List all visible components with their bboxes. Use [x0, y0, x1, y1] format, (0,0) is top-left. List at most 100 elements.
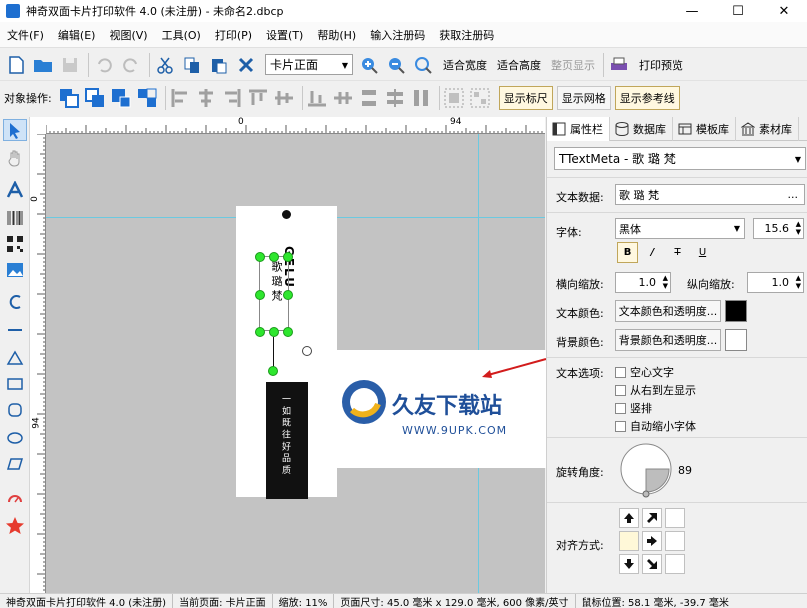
auto-shrink-checkbox[interactable]: 自动缩小字体	[615, 418, 696, 434]
checkbox-box[interactable]	[615, 366, 626, 378]
show-ruler-button[interactable]: 显示标尺	[498, 86, 553, 110]
text-color-swatch[interactable]	[725, 300, 747, 322]
triangle-tool-icon[interactable]	[3, 347, 27, 369]
selection-handle[interactable]	[283, 290, 293, 300]
rotate-handle[interactable]	[282, 210, 291, 219]
zoom-fit-icon[interactable]	[411, 53, 435, 77]
bg-color-button[interactable]: 背景颜色和透明度...	[615, 329, 721, 351]
bring-front-icon[interactable]	[58, 87, 80, 109]
bg-color-swatch[interactable]	[725, 329, 747, 351]
parallelogram-tool-icon[interactable]	[3, 453, 27, 475]
barcode-tool-icon[interactable]	[3, 207, 27, 229]
align-center-button[interactable]	[642, 531, 662, 551]
align-bottom-icon[interactable]	[306, 87, 328, 109]
selection-handle[interactable]	[283, 327, 293, 337]
selection-handle[interactable]	[283, 252, 293, 262]
selection-handle[interactable]	[255, 252, 265, 262]
selection-handle[interactable]	[269, 327, 279, 337]
vertical-checkbox[interactable]: 竖排	[615, 400, 652, 416]
menu-print[interactable]: 打印(P)	[208, 27, 259, 43]
same-width-icon[interactable]	[384, 87, 406, 109]
image-tool-icon[interactable]	[3, 259, 27, 281]
cut-icon[interactable]	[153, 53, 177, 77]
printer-icon[interactable]	[607, 53, 631, 77]
select-arrow-icon[interactable]	[3, 119, 27, 141]
save-icon[interactable]	[58, 53, 82, 77]
align-top-icon[interactable]	[247, 87, 269, 109]
close-button[interactable]: ✕	[761, 0, 807, 22]
tab-templates[interactable]: 模板库	[673, 117, 736, 141]
align-bottom-right-button[interactable]	[665, 554, 685, 574]
rotation-dial[interactable]	[619, 442, 675, 498]
text-tool-icon[interactable]	[3, 179, 27, 201]
maximize-button[interactable]: ☐	[715, 0, 761, 22]
text-color-button[interactable]: 文本颜色和透明度...	[615, 300, 721, 322]
selection-handle[interactable]	[255, 290, 265, 300]
stepper-arrows-icon[interactable]: ▲ ▼	[796, 274, 801, 290]
hand-pan-icon[interactable]	[3, 147, 27, 169]
checkbox-box[interactable]	[615, 402, 626, 414]
distribute-v-icon[interactable]	[358, 87, 380, 109]
italic-button[interactable]: /	[642, 242, 663, 263]
stepper-arrows-icon[interactable]: ▲ ▼	[796, 220, 801, 236]
align-top-right-button[interactable]	[665, 508, 685, 528]
menu-help[interactable]: 帮助(H)	[310, 27, 363, 43]
redo-icon[interactable]	[119, 53, 143, 77]
rtl-checkbox[interactable]: 从右到左显示	[615, 382, 696, 398]
copy-icon[interactable]	[180, 53, 204, 77]
strikethrough-button[interactable]: T	[667, 242, 688, 263]
zoom-in-icon[interactable]	[357, 53, 381, 77]
undo-icon[interactable]	[92, 53, 116, 77]
bold-button[interactable]: B	[617, 242, 638, 263]
rotation-handle[interactable]	[268, 366, 278, 376]
align-right-button[interactable]	[665, 531, 685, 551]
font-select[interactable]: 黑体 ▼	[615, 218, 745, 239]
menu-get-code[interactable]: 获取注册码	[432, 27, 501, 43]
backward-icon[interactable]	[136, 87, 158, 109]
line-tool-icon[interactable]	[3, 319, 27, 341]
ellipse-tool-icon[interactable]	[3, 427, 27, 449]
minimize-button[interactable]: —	[669, 0, 715, 22]
ungroup-icon[interactable]	[469, 87, 491, 109]
align-right-icon[interactable]	[221, 87, 243, 109]
full-page-button[interactable]: 整页显示	[551, 57, 595, 73]
stepper-arrows-icon[interactable]: ▲ ▼	[663, 274, 668, 290]
open-folder-icon[interactable]	[31, 53, 55, 77]
forward-icon[interactable]	[110, 87, 132, 109]
align-left-button[interactable]	[619, 531, 639, 551]
star-tool-icon[interactable]	[3, 515, 27, 537]
rectangle-tool-icon[interactable]	[3, 373, 27, 395]
selection-handle[interactable]	[269, 252, 279, 262]
tab-properties[interactable]: 属性栏	[547, 117, 610, 141]
side-select[interactable]: 卡片正面 ▼	[265, 54, 353, 75]
h-scale-stepper[interactable]: 1.0 ▲ ▼	[615, 272, 671, 293]
curve-tool-icon[interactable]	[3, 291, 27, 313]
rounded-rect-tool-icon[interactable]	[3, 399, 27, 421]
align-top-left-button[interactable]	[619, 508, 639, 528]
tab-database[interactable]: 数据库	[610, 117, 673, 141]
align-left-icon[interactable]	[169, 87, 191, 109]
paste-icon[interactable]	[207, 53, 231, 77]
show-guides-button[interactable]: 显示参考线	[614, 86, 680, 110]
delete-icon[interactable]	[234, 53, 258, 77]
menu-enter-code[interactable]: 输入注册码	[363, 27, 432, 43]
align-middle-icon[interactable]	[273, 87, 295, 109]
small-ring-shape[interactable]	[302, 346, 312, 356]
align-center-h-icon[interactable]	[195, 87, 217, 109]
group-icon[interactable]	[443, 87, 465, 109]
qrcode-tool-icon[interactable]	[3, 233, 27, 255]
hollow-text-checkbox[interactable]: 空心文字	[615, 364, 674, 380]
menu-edit[interactable]: 编辑(E)	[51, 27, 103, 43]
menu-view[interactable]: 视图(V)	[102, 27, 154, 43]
distribute-h-icon[interactable]	[332, 87, 354, 109]
fit-width-button[interactable]: 适合宽度	[443, 57, 487, 73]
align-bottom-button[interactable]	[642, 554, 662, 574]
tab-assets[interactable]: 素材库	[736, 117, 799, 141]
design-canvas[interactable]: 0 94 0 94 GELU 歌 璐 梵 一 如 既 往 好 品 质 久友下载站…	[30, 117, 547, 593]
menu-settings[interactable]: 设置(T)	[259, 27, 310, 43]
zoom-out-icon[interactable]	[384, 53, 408, 77]
fit-height-button[interactable]: 适合高度	[497, 57, 541, 73]
font-size-stepper[interactable]: 15.6 ▲ ▼	[753, 218, 804, 239]
checkbox-box[interactable]	[615, 420, 626, 432]
checkbox-box[interactable]	[615, 384, 626, 396]
